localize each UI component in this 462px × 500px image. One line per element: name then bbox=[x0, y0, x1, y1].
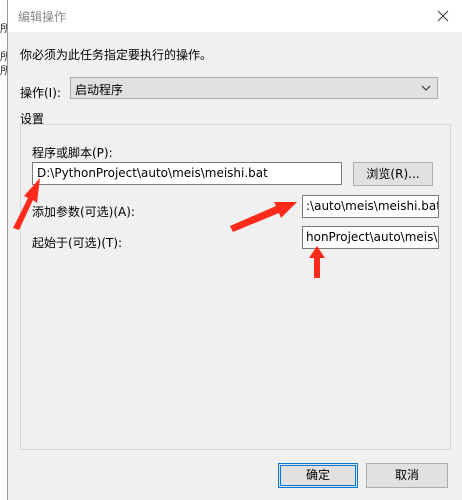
close-button[interactable] bbox=[431, 4, 455, 28]
browse-button[interactable]: 浏览(R)... bbox=[353, 162, 433, 186]
chevron-down-icon bbox=[421, 85, 431, 91]
instruction-text: 你必须为此任务指定要执行的操作。 bbox=[20, 48, 213, 62]
arguments-input[interactable]: :\auto\meis\meishi.bat bbox=[302, 195, 439, 218]
start-in-input[interactable]: honProject\auto\meis\ bbox=[302, 226, 439, 249]
action-select[interactable]: 启动程序 bbox=[70, 77, 438, 99]
title-bar: 编辑操作 bbox=[8, 0, 462, 32]
edit-action-dialog: 编辑操作 你必须为此任务指定要执行的操作。 操作(I): 启动程序 设置 程序或… bbox=[7, 0, 462, 500]
close-icon bbox=[437, 10, 449, 22]
ok-button[interactable]: 确定 bbox=[278, 463, 358, 488]
program-input[interactable]: D:\PythonProject\auto\meis\meishi.bat bbox=[32, 162, 342, 185]
dialog-title: 编辑操作 bbox=[18, 10, 67, 24]
cancel-button[interactable]: 取消 bbox=[366, 463, 448, 488]
start-in-label: 起始于(可选)(T): bbox=[32, 236, 123, 250]
action-select-value: 启动程序 bbox=[75, 83, 124, 97]
arguments-label: 添加参数(可选)(A): bbox=[32, 205, 135, 219]
program-label: 程序或脚本(P): bbox=[32, 146, 113, 160]
action-label: 操作(I): bbox=[20, 86, 61, 100]
